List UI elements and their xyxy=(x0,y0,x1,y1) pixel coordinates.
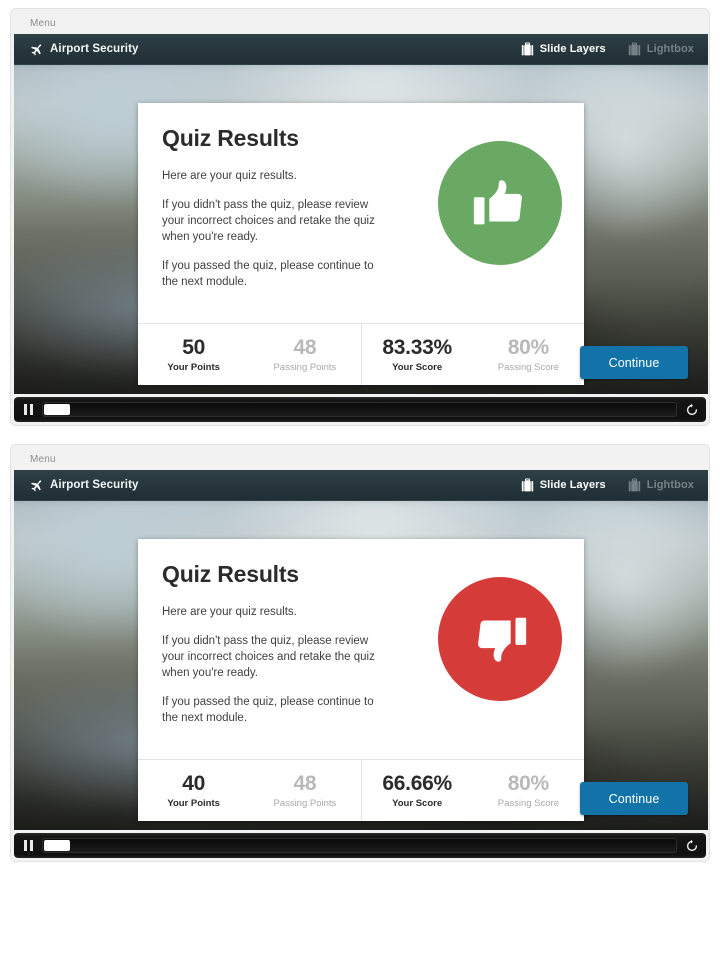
replay-icon[interactable] xyxy=(683,401,700,418)
quiz-fail-instructions: If you didn't pass the quiz, please revi… xyxy=(162,635,375,679)
passing-points-label: Passing Points xyxy=(273,798,337,809)
passing-score-label: Passing Score xyxy=(497,362,559,373)
your-points-label: Your Points xyxy=(167,798,220,809)
continue-button[interactable]: Continue xyxy=(580,346,688,379)
your-points-label: Your Points xyxy=(167,362,220,373)
player-stack: Menu Airport Security Slide Layers Light… xyxy=(0,0,720,862)
suitcase-icon xyxy=(628,477,641,493)
seekbar[interactable] xyxy=(42,838,677,853)
pause-icon[interactable] xyxy=(20,837,36,854)
title-left-group: Airport Security xyxy=(28,478,139,493)
slide-layers-label: Slide Layers xyxy=(539,479,606,491)
passing-score-label: Passing Score xyxy=(497,798,559,809)
your-score-value: 83.33% xyxy=(382,336,452,359)
lightbox-button[interactable]: Lightbox xyxy=(628,477,694,493)
menu-strip: Menu xyxy=(14,12,706,34)
score-group: 66.66% Your Score 80% Passing Score xyxy=(360,760,585,821)
your-score-value: 66.66% xyxy=(382,772,452,795)
course-title: Airport Security xyxy=(50,43,139,55)
your-points-value: 40 xyxy=(182,772,205,795)
your-score-cell: 83.33% Your Score xyxy=(362,324,473,385)
passing-points-value: 48 xyxy=(293,336,317,359)
quiz-results-card: Quiz Results Here are your quiz results.… xyxy=(138,103,584,385)
score-group: 83.33% Your Score 80% Passing Score xyxy=(360,324,585,385)
lightbox-label: Lightbox xyxy=(646,479,694,491)
player-titlebar: Airport Security Slide Layers Lightbox xyxy=(14,34,708,65)
passing-score-cell: 80% Passing Score xyxy=(473,324,584,385)
airplane-icon xyxy=(28,478,43,493)
continue-button[interactable]: Continue xyxy=(580,782,688,815)
menu-button[interactable]: Menu xyxy=(30,454,56,465)
quiz-intro-text: Here are your quiz results. xyxy=(162,170,297,182)
title-left-group: Airport Security xyxy=(28,42,139,57)
passing-score-cell: 80% Passing Score xyxy=(473,760,584,821)
your-score-label: Your Score xyxy=(392,362,443,373)
result-badge-pass xyxy=(438,141,562,265)
pause-icon[interactable] xyxy=(20,401,36,418)
course-title: Airport Security xyxy=(50,479,139,491)
slide-stage: Airport Security Slide Layers Lightbox Q… xyxy=(14,470,708,830)
points-group: 50 Your Points 48 Passing Points xyxy=(138,324,361,385)
thumbs-down-icon xyxy=(469,608,531,670)
your-score-label: Your Score xyxy=(392,798,443,809)
course-player-fail: Menu Airport Security Slide Layers Light… xyxy=(10,444,710,862)
seek-progress[interactable] xyxy=(44,840,70,851)
title-right-group: Slide Layers Lightbox xyxy=(521,477,694,493)
quiz-pass-instructions: If you passed the quiz, please continue … xyxy=(162,696,374,724)
menu-button[interactable]: Menu xyxy=(30,18,56,29)
passing-score-value: 80% xyxy=(507,336,549,359)
your-points-cell: 50 Your Points xyxy=(138,324,249,385)
quiz-pass-instructions: If you passed the quiz, please continue … xyxy=(162,260,374,288)
score-summary: 50 Your Points 48 Passing Points 83.33% … xyxy=(138,323,584,385)
menu-strip: Menu xyxy=(14,448,706,470)
points-group: 40 Your Points 48 Passing Points xyxy=(138,760,361,821)
thumbs-up-icon xyxy=(469,172,531,234)
your-score-cell: 66.66% Your Score xyxy=(362,760,473,821)
quiz-results-card: Quiz Results Here are your quiz results.… xyxy=(138,539,584,821)
lightbox-label: Lightbox xyxy=(646,43,694,55)
title-right-group: Slide Layers Lightbox xyxy=(521,41,694,57)
replay-icon[interactable] xyxy=(683,837,700,854)
slide-stage: Airport Security Slide Layers Lightbox Q… xyxy=(14,34,708,394)
suitcase-icon xyxy=(521,41,534,57)
suitcase-icon xyxy=(521,477,534,493)
slide-layers-button[interactable]: Slide Layers xyxy=(521,477,606,493)
quiz-intro-text: Here are your quiz results. xyxy=(162,606,297,618)
score-summary: 40 Your Points 48 Passing Points 66.66% … xyxy=(138,759,584,821)
passing-score-value: 80% xyxy=(507,772,549,795)
airplane-icon xyxy=(28,42,43,57)
result-badge-fail xyxy=(438,577,562,701)
your-points-value: 50 xyxy=(182,336,205,359)
your-points-cell: 40 Your Points xyxy=(138,760,249,821)
quiz-fail-instructions: If you didn't pass the quiz, please revi… xyxy=(162,199,375,243)
slide-layers-button[interactable]: Slide Layers xyxy=(521,41,606,57)
slide-layers-label: Slide Layers xyxy=(539,43,606,55)
seek-progress[interactable] xyxy=(44,404,70,415)
quiz-card-body: Quiz Results Here are your quiz results.… xyxy=(138,539,584,759)
seekbar[interactable] xyxy=(42,402,677,417)
passing-points-value: 48 xyxy=(293,772,317,795)
suitcase-icon xyxy=(628,41,641,57)
playback-bar xyxy=(14,397,706,422)
course-player-pass: Menu Airport Security Slide Layers Light… xyxy=(10,8,710,426)
lightbox-button[interactable]: Lightbox xyxy=(628,41,694,57)
quiz-card-body: Quiz Results Here are your quiz results.… xyxy=(138,103,584,323)
player-titlebar: Airport Security Slide Layers Lightbox xyxy=(14,470,708,501)
playback-bar xyxy=(14,833,706,858)
passing-points-cell: 48 Passing Points xyxy=(249,324,360,385)
passing-points-cell: 48 Passing Points xyxy=(249,760,360,821)
passing-points-label: Passing Points xyxy=(273,362,337,373)
